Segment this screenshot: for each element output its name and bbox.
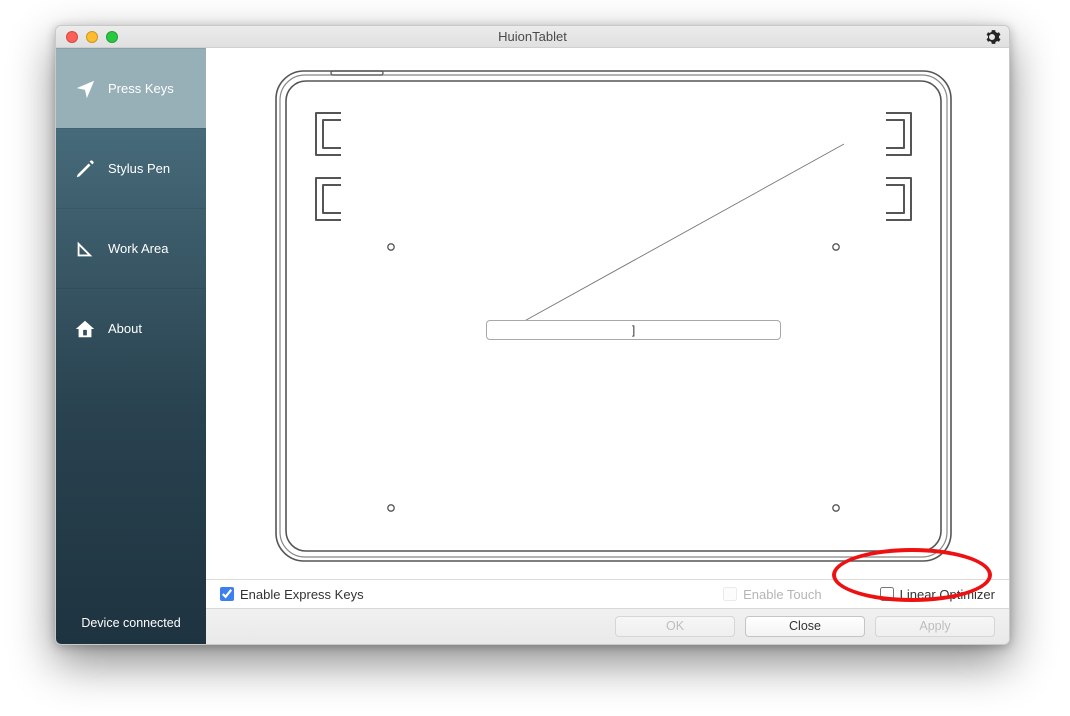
key-binding-field[interactable]: ]	[486, 320, 781, 340]
sidebar: Press Keys Stylus Pen Work Area About De…	[56, 48, 206, 644]
zoom-window-button[interactable]	[106, 31, 118, 43]
enable-touch-label: Enable Touch	[743, 587, 822, 602]
minimize-window-button[interactable]	[86, 31, 98, 43]
close-window-button[interactable]	[66, 31, 78, 43]
button-bar: OK Close Apply	[206, 608, 1009, 644]
enable-touch-input	[723, 587, 737, 601]
work-area-icon	[74, 238, 96, 260]
sidebar-item-label: About	[108, 321, 142, 336]
device-status: Device connected	[56, 602, 206, 644]
main-panel: ] Enable Express Keys Enable Touch Linea…	[206, 48, 1009, 644]
pen-icon	[74, 158, 96, 180]
enable-express-keys-label: Enable Express Keys	[240, 587, 364, 602]
apply-button: Apply	[875, 616, 995, 637]
sidebar-item-press-keys[interactable]: Press Keys	[56, 48, 206, 128]
cursor-icon	[74, 78, 96, 100]
ok-button: OK	[615, 616, 735, 637]
linear-optimizer-label: Linear Optimizer	[900, 587, 995, 602]
window-controls	[56, 31, 118, 43]
sidebar-item-label: Press Keys	[108, 81, 174, 96]
close-button[interactable]: Close	[745, 616, 865, 637]
app-window: HuionTablet Press Keys Stylus Pen Work A…	[55, 25, 1010, 645]
linear-optimizer-input[interactable]	[880, 587, 894, 601]
enable-express-keys-input[interactable]	[220, 587, 234, 601]
sidebar-item-label: Work Area	[108, 241, 168, 256]
enable-touch-checkbox: Enable Touch	[723, 587, 822, 602]
tablet-outline-graphic	[206, 48, 1010, 578]
home-icon	[74, 318, 96, 340]
titlebar: HuionTablet	[56, 26, 1009, 48]
sidebar-item-work-area[interactable]: Work Area	[56, 208, 206, 288]
sidebar-item-about[interactable]: About	[56, 288, 206, 368]
sidebar-item-label: Stylus Pen	[108, 161, 170, 176]
sidebar-item-stylus-pen[interactable]: Stylus Pen	[56, 128, 206, 208]
options-bar: Enable Express Keys Enable Touch Linear …	[206, 580, 1009, 608]
tablet-preview: ]	[206, 48, 1009, 580]
content-area: Press Keys Stylus Pen Work Area About De…	[56, 48, 1009, 644]
linear-optimizer-checkbox[interactable]: Linear Optimizer	[880, 587, 995, 602]
enable-express-keys-checkbox[interactable]: Enable Express Keys	[220, 587, 364, 602]
window-title: HuionTablet	[56, 29, 1009, 44]
